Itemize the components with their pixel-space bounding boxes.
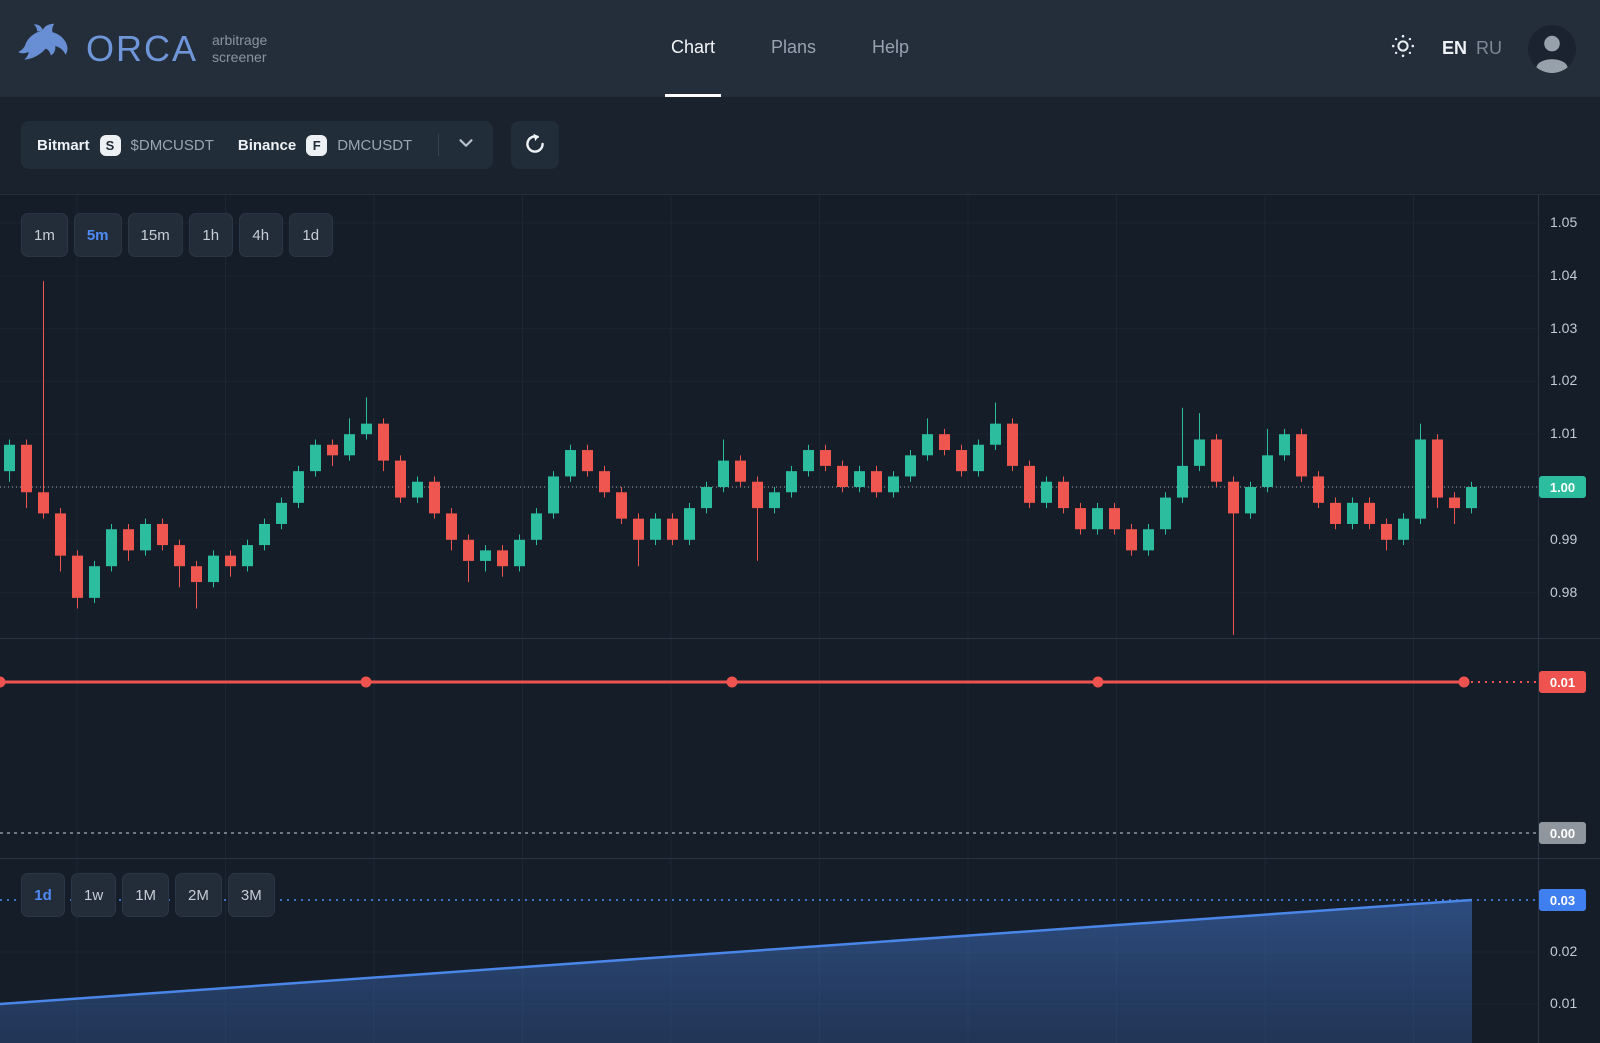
refresh-icon bbox=[522, 131, 548, 160]
price-tick-1-02: 1.02 bbox=[1550, 372, 1577, 388]
header-right: EN RU bbox=[1390, 0, 1576, 97]
spread-value-badge: 0.01 bbox=[1539, 671, 1586, 693]
nav-help[interactable]: Help bbox=[866, 0, 915, 97]
price-candlestick-chart[interactable] bbox=[0, 195, 1538, 638]
cumulative-value-badge: 0.03 bbox=[1539, 889, 1586, 911]
orca-logo-icon bbox=[16, 22, 72, 75]
language-switcher: EN RU bbox=[1442, 38, 1502, 59]
tf-lower-2M[interactable]: 2M bbox=[175, 873, 222, 917]
selector-divider bbox=[438, 134, 439, 156]
spot-badge: S bbox=[100, 135, 121, 156]
chevron-down-icon[interactable] bbox=[455, 132, 477, 159]
lower-timeframe-buttons: 1d 1w 1M 2M 3M bbox=[21, 873, 275, 917]
pane-divider-2 bbox=[0, 858, 1600, 859]
refresh-button[interactable] bbox=[511, 121, 559, 169]
spot-exchange-name: Bitmart bbox=[37, 137, 90, 154]
futures-symbol: DMCUSDT bbox=[337, 137, 412, 154]
price-axis-separator bbox=[1538, 195, 1539, 1043]
price-tick-0-99: 0.99 bbox=[1550, 531, 1577, 547]
spot-symbol: $DMCUSDT bbox=[131, 137, 214, 154]
brand[interactable]: ORCA arbitrage screener bbox=[0, 22, 420, 75]
brand-name: ORCA bbox=[86, 28, 198, 70]
lang-ru[interactable]: RU bbox=[1476, 38, 1502, 59]
tf-1d[interactable]: 1d bbox=[289, 213, 333, 257]
tf-15m[interactable]: 15m bbox=[128, 213, 183, 257]
theme-toggle-sun-icon[interactable] bbox=[1390, 33, 1416, 64]
pair-toolbar: Bitmart S $DMCUSDT Binance F DMCUSDT Bin… bbox=[0, 97, 1600, 195]
user-avatar[interactable] bbox=[1528, 25, 1576, 73]
futures-exchange-name: Binance bbox=[238, 137, 296, 154]
tf-5m[interactable]: 5m bbox=[74, 213, 122, 257]
tf-lower-1w[interactable]: 1w bbox=[71, 873, 116, 917]
cumulative-tick-0-02: 0.02 bbox=[1550, 943, 1577, 959]
tf-lower-3M[interactable]: 3M bbox=[228, 873, 275, 917]
current-price-badge: 1.00 bbox=[1539, 476, 1586, 498]
pair-selector[interactable]: Bitmart S $DMCUSDT Binance F DMCUSDT bbox=[21, 121, 493, 169]
nav-plans[interactable]: Plans bbox=[765, 0, 822, 97]
nav-chart[interactable]: Chart bbox=[665, 0, 721, 97]
tf-1m[interactable]: 1m bbox=[21, 213, 68, 257]
spread-line-chart[interactable] bbox=[0, 639, 1538, 857]
cumulative-tick-0-01: 0.01 bbox=[1550, 995, 1577, 1011]
price-timeframe-buttons: 1m 5m 15m 1h 4h 1d bbox=[21, 213, 333, 257]
tf-lower-1d[interactable]: 1d bbox=[21, 873, 65, 917]
price-tick-0-98: 0.98 bbox=[1550, 584, 1577, 600]
futures-badge: F bbox=[306, 135, 327, 156]
price-tick-1-03: 1.03 bbox=[1550, 320, 1577, 336]
spread-zero-badge: 0.00 bbox=[1539, 822, 1586, 844]
tf-lower-1M[interactable]: 1M bbox=[122, 873, 169, 917]
pane-divider-1 bbox=[0, 638, 1600, 639]
price-tick-1-05: 1.05 bbox=[1550, 214, 1577, 230]
tf-4h[interactable]: 4h bbox=[239, 213, 283, 257]
app-header: ORCA arbitrage screener Chart Plans Help… bbox=[0, 0, 1600, 97]
tf-1h[interactable]: 1h bbox=[189, 213, 233, 257]
price-tick-1-01: 1.01 bbox=[1550, 425, 1577, 441]
brand-tagline: arbitrage screener bbox=[212, 32, 267, 66]
chart-region: 1m 5m 15m 1h 4h 1d 1d 1w 1M 2M 3M 1.05 1… bbox=[0, 195, 1600, 1043]
main-nav: Chart Plans Help bbox=[665, 0, 915, 97]
lang-en[interactable]: EN bbox=[1442, 38, 1467, 59]
price-tick-1-04: 1.04 bbox=[1550, 267, 1577, 283]
